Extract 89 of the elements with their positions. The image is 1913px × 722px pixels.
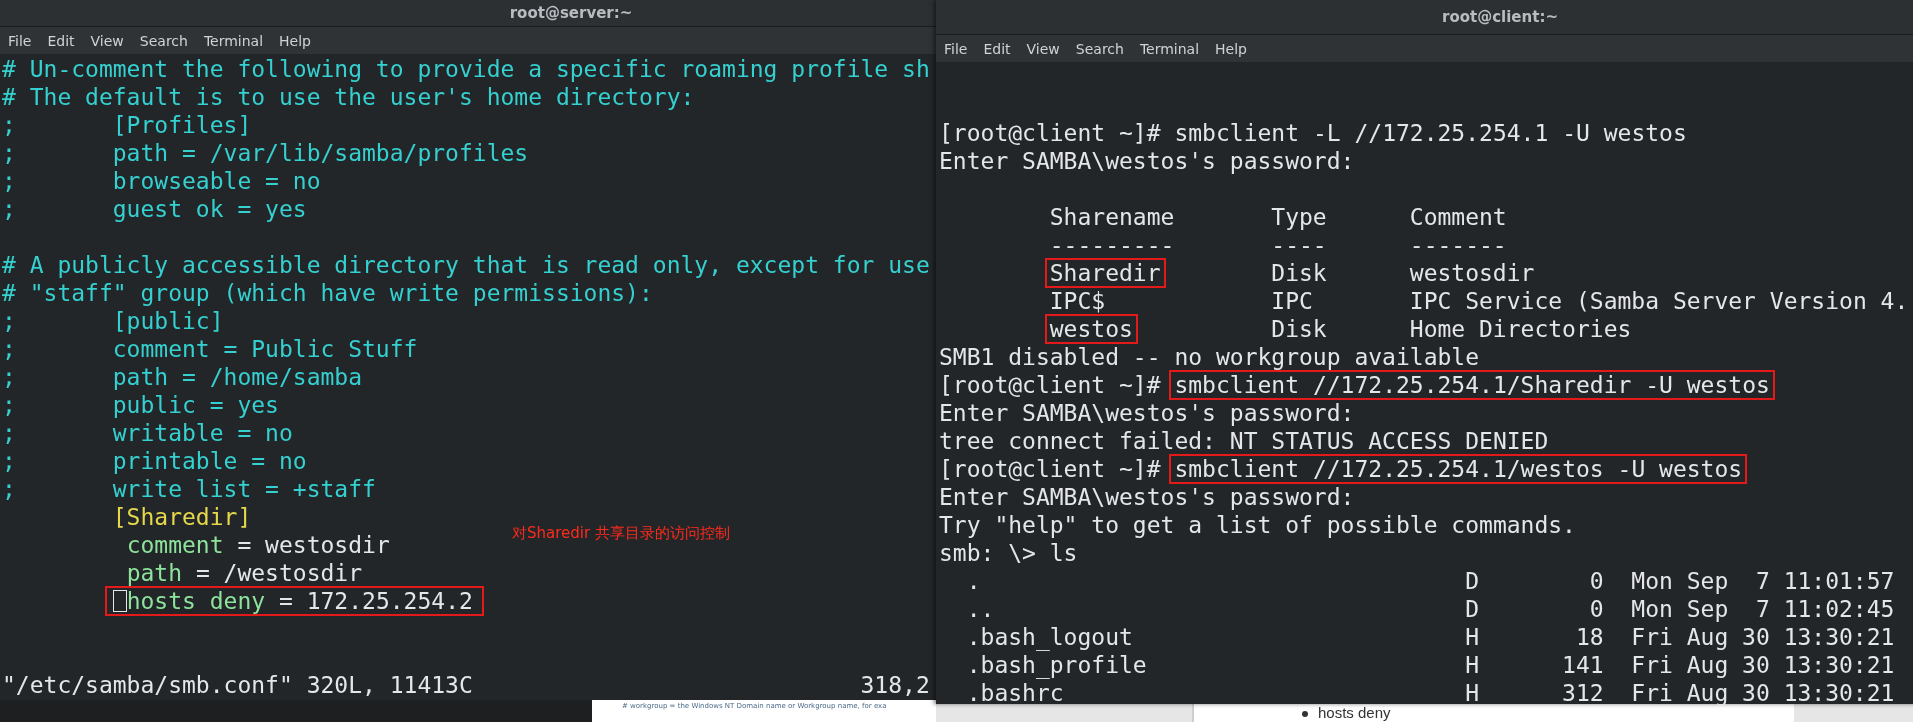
section-header: [Sharedir] <box>112 504 252 530</box>
code-line: ; [public] <box>2 308 224 334</box>
code-line: ; path = /home/samba <box>2 364 363 390</box>
code-line: # A publicly accessible directory that is read only, except for use <box>2 252 930 278</box>
code-line: ; printable = no <box>2 448 307 474</box>
code-line: ; browseable = no <box>2 168 321 194</box>
setting-key: comment <box>126 532 224 558</box>
file-date: Fri Aug 30 13:30:21 <box>1631 679 1895 707</box>
shell-prompt: [root@client ~]# <box>939 120 1161 146</box>
setting-value: = 172.25.254.2 <box>278 588 473 614</box>
share-comment: ------- <box>1409 232 1507 258</box>
file-name: .. <box>965 595 996 623</box>
shell-prompt: [root@client ~]# <box>939 456 1161 482</box>
file-size: 0 <box>1588 595 1604 623</box>
menu-item[interactable]: Search <box>131 32 196 49</box>
command-text: smbclient -L //172.25.254.1 -U westos <box>1173 119 1688 148</box>
share-type: ---- <box>1271 231 1328 259</box>
menu-item[interactable]: File <box>0 32 40 49</box>
share-name: IPC$ <box>1048 287 1107 316</box>
share-comment: Home Directories <box>1409 316 1632 342</box>
setting-value: = /westosdir <box>195 560 363 586</box>
code-line: ; guest ok = yes <box>2 196 307 222</box>
file-attribute: H <box>1465 651 1479 679</box>
menu-item[interactable]: Help <box>271 32 319 49</box>
share-type: Type <box>1271 203 1328 231</box>
file-attribute: D <box>1465 595 1479 623</box>
menu-item[interactable]: Help <box>1207 40 1255 57</box>
annotation-text: 对Sharedir 共享目录的访问控制 <box>512 524 730 543</box>
code-line: # Un-comment the following to provide a specific roaming profile sh <box>2 56 930 82</box>
file-name: . <box>965 567 982 595</box>
share-name: Sharedir <box>1044 258 1166 288</box>
file-date: Mon Sep 7 11:01:57 <box>1631 567 1895 595</box>
share-name: --------- <box>1048 231 1176 260</box>
menu-item[interactable]: Terminal <box>195 32 272 49</box>
share-comment: westosdir <box>1409 260 1535 286</box>
menu-item[interactable]: File <box>936 40 976 57</box>
output-text: smb: \> ls <box>939 540 1078 566</box>
code-line: # "staff" group (which have write permissions): <box>2 280 653 306</box>
bullet-icon <box>1302 711 1308 717</box>
share-comment: Comment <box>1409 204 1507 230</box>
window-title: root@client:~ <box>1442 8 1558 26</box>
code-line: ; write list = +staff <box>2 476 376 502</box>
output-text: SMB1 disabled -- no workgroup available <box>939 344 1480 370</box>
shell-prompt: [root@client ~]# <box>939 372 1161 398</box>
list-item: hosts deny <box>1318 704 1391 722</box>
share-type: Disk <box>1271 259 1328 287</box>
code-line: ; [Profiles] <box>2 112 252 138</box>
file-attribute: H <box>1465 623 1479 651</box>
file-attribute: H <box>1465 679 1479 707</box>
share-name: westos <box>1044 314 1138 344</box>
share-type: IPC <box>1271 287 1314 315</box>
status-text: "/etc/samba/smb.conf" 320L, 11413C <box>2 671 473 699</box>
file-name: .bash_profile <box>965 651 1148 679</box>
menu-item[interactable]: View <box>82 32 132 49</box>
menu-item[interactable]: View <box>1018 40 1068 57</box>
share-type: Disk <box>1271 315 1328 343</box>
output-text: Try "help" to get a list of possible commands. <box>939 512 1576 538</box>
setting-key: path <box>126 560 182 586</box>
share-name: Sharename <box>1048 203 1176 232</box>
output-text: Enter SAMBA\westos's password: <box>939 484 1355 510</box>
file-attribute: D <box>1465 567 1479 595</box>
output-text: Enter SAMBA\westos's password: <box>939 148 1355 174</box>
file-size: 18 <box>1574 623 1604 651</box>
file-name: .bash_logout <box>965 623 1134 651</box>
output-text: Enter SAMBA\westos's password: <box>939 400 1355 426</box>
code-line: ; comment = Public Stuff <box>2 336 418 362</box>
menu-item[interactable]: Edit <box>975 40 1019 57</box>
code-line: ; writable = no <box>2 420 293 446</box>
file-date: Mon Sep 7 11:02:45 <box>1631 595 1895 623</box>
file-name: .bashrc <box>965 679 1065 707</box>
file-size: 141 <box>1561 651 1604 679</box>
code-line: ; public = yes <box>2 392 279 418</box>
output-text: tree connect failed: NT STATUS ACCESS DENIED <box>939 428 1549 454</box>
code-line: ; path = /var/lib/samba/profiles <box>2 140 529 166</box>
menu-item[interactable]: Edit <box>39 32 83 49</box>
setting-key: hosts deny <box>126 588 266 614</box>
file-size: 312 <box>1561 679 1604 707</box>
file-date: Fri Aug 30 13:30:21 <box>1631 651 1895 679</box>
setting-value: = westosdir <box>237 532 390 558</box>
file-date: Fri Aug 30 13:30:21 <box>1631 623 1895 651</box>
file-size: 0 <box>1588 567 1604 595</box>
menu-item[interactable]: Search <box>1067 40 1132 57</box>
window-title: root@server:~ <box>509 4 633 22</box>
menu-item[interactable]: Terminal <box>1131 40 1208 57</box>
share-comment: IPC Service (Samba Server Version 4. <box>1409 288 1909 314</box>
command-text: smbclient //172.25.254.1/westos -U westos <box>1169 454 1748 484</box>
code-line: # The default is to use the user's home directory: <box>2 84 695 110</box>
cursor-position: 318,2 <box>860 671 930 699</box>
command-text: smbclient //172.25.254.1/Sharedir -U westos <box>1169 370 1775 400</box>
